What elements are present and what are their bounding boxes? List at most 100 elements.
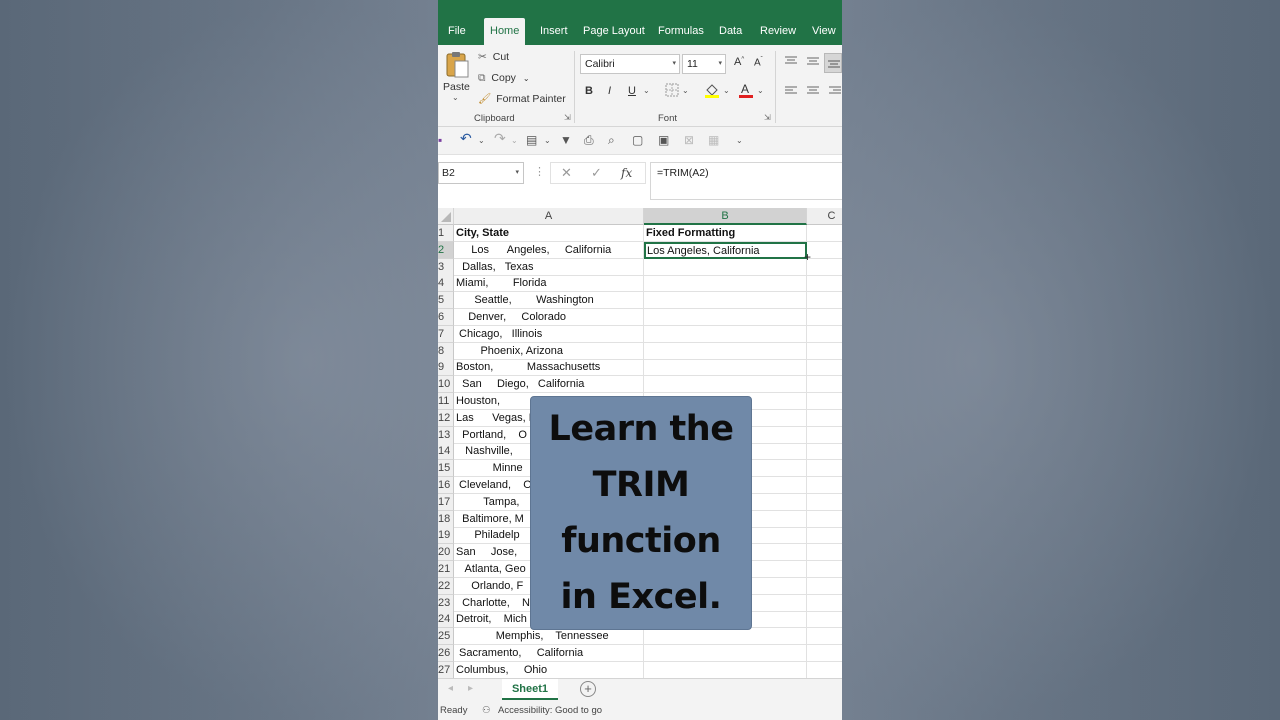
cell-c[interactable] xyxy=(807,628,842,646)
cell-c[interactable] xyxy=(807,225,842,242)
cell-c[interactable] xyxy=(807,443,842,461)
cell-c[interactable] xyxy=(807,427,842,444)
customize-qat-icon[interactable]: ⌄ xyxy=(736,136,743,145)
formula-input[interactable]: =TRIM(A2) xyxy=(650,162,842,200)
cell-c[interactable] xyxy=(807,359,842,377)
row-header[interactable]: 4 xyxy=(438,275,454,293)
select-all-corner[interactable] xyxy=(438,208,454,225)
tab-page-layout[interactable]: Page Layout xyxy=(577,18,651,45)
row-header[interactable]: 11 xyxy=(438,393,454,410)
chevron-down-icon[interactable]: ⌄ xyxy=(682,86,689,95)
cell-c[interactable] xyxy=(807,343,842,360)
cell-a[interactable]: Phoenix, Arizona xyxy=(454,342,644,360)
cell-c[interactable] xyxy=(807,393,842,410)
tab-home[interactable]: Home xyxy=(484,18,526,45)
dialog-launcher-icon[interactable]: ⇲ xyxy=(764,113,771,122)
chevron-down-icon[interactable]: ⌄ xyxy=(723,86,730,95)
row-header[interactable]: 22 xyxy=(438,577,454,595)
cell-c[interactable] xyxy=(807,561,842,578)
cell-b[interactable] xyxy=(644,376,807,394)
row-header[interactable]: 27 xyxy=(438,661,454,679)
cell-a[interactable]: Columbus, Ohio xyxy=(454,661,644,679)
insert-function-icon[interactable]: fx xyxy=(621,166,632,180)
row-header[interactable]: 13 xyxy=(438,426,454,444)
cell-b[interactable] xyxy=(644,258,807,276)
cell-c[interactable] xyxy=(807,527,842,545)
chevron-down-icon[interactable]: ⌄ xyxy=(544,136,551,145)
column-header-a[interactable]: A xyxy=(454,208,644,225)
cell-c[interactable] xyxy=(807,460,842,478)
cell-c[interactable] xyxy=(807,477,842,494)
cell-c[interactable] xyxy=(807,544,842,562)
print-preview-icon[interactable]: ⎙ xyxy=(584,133,594,148)
cell-a[interactable]: Denver, Colorado xyxy=(454,309,644,326)
italic-button[interactable]: I xyxy=(608,85,611,97)
tab-view[interactable]: View xyxy=(806,18,842,45)
cell-a[interactable]: Los Angeles, California xyxy=(454,241,644,259)
form-icon[interactable]: ▤ xyxy=(526,133,537,147)
align-right-icon[interactable] xyxy=(828,85,842,100)
shrink-font-icon[interactable]: Aˇ xyxy=(754,57,763,68)
chevron-down-icon[interactable]: ⌄ xyxy=(643,86,650,95)
row-header[interactable]: 25 xyxy=(438,628,454,646)
bold-button[interactable]: B xyxy=(585,85,593,97)
cell-a[interactable]: Chicago, Illinois xyxy=(454,325,644,343)
row-header[interactable]: 2 xyxy=(438,241,454,259)
align-left-icon[interactable] xyxy=(784,85,798,100)
tab-review[interactable]: Review xyxy=(754,18,802,45)
cell-c[interactable] xyxy=(807,662,842,679)
scroll-right-icon[interactable]: ▸ xyxy=(468,683,473,694)
cell-b[interactable] xyxy=(644,275,807,293)
paste-label[interactable]: Paste xyxy=(443,81,470,93)
scroll-left-icon[interactable]: ◂ xyxy=(448,683,453,694)
redo-icon[interactable]: ↷ xyxy=(494,130,506,147)
add-sheet-icon[interactable]: + xyxy=(580,681,596,697)
cell-a[interactable]: City, State xyxy=(454,225,644,242)
more-options-icon[interactable]: ⋮ xyxy=(534,165,545,178)
row-header[interactable]: 3 xyxy=(438,258,454,276)
align-top-icon[interactable] xyxy=(784,55,798,70)
cell-b[interactable] xyxy=(644,342,807,360)
cell-a[interactable]: Miami, Florida xyxy=(454,275,644,293)
row-header[interactable]: 20 xyxy=(438,544,454,562)
row-header[interactable]: 14 xyxy=(438,443,454,461)
blank-box-icon[interactable]: ▢ xyxy=(632,133,643,147)
paste-button[interactable] xyxy=(444,51,470,79)
format-painter-button[interactable]: 🖌 Format Painter xyxy=(478,92,566,105)
cell-c[interactable] xyxy=(807,511,842,528)
row-header[interactable]: 9 xyxy=(438,359,454,377)
filter-icon[interactable]: ▼ xyxy=(560,133,572,147)
active-cell-b2[interactable]: Los Angeles, California xyxy=(644,241,807,259)
cell-a[interactable]: Boston, Massachusetts xyxy=(454,359,644,377)
chevron-down-icon[interactable]: ⌄ xyxy=(478,136,485,145)
cell-b[interactable] xyxy=(644,359,807,377)
tab-formulas[interactable]: Formulas xyxy=(652,18,710,45)
cell-a[interactable]: San Diego, California xyxy=(454,376,644,394)
cell-b[interactable]: Fixed Formatting xyxy=(644,225,807,242)
chevron-down-icon[interactable]: ⌄ xyxy=(511,136,518,145)
row-header[interactable]: 16 xyxy=(438,477,454,494)
row-header[interactable]: 21 xyxy=(438,561,454,578)
zoom-preview-icon[interactable]: ⌕ xyxy=(608,133,615,148)
cell-c[interactable] xyxy=(807,259,842,276)
underline-button[interactable]: U xyxy=(628,85,636,97)
name-box[interactable]: B2 ▾ xyxy=(438,162,524,184)
row-header[interactable]: 24 xyxy=(438,611,454,629)
column-header-c[interactable]: C xyxy=(807,208,842,225)
column-header-b[interactable]: B xyxy=(644,208,807,225)
row-header[interactable]: 10 xyxy=(438,376,454,394)
cell-c[interactable] xyxy=(807,292,842,310)
tab-data[interactable]: Data xyxy=(713,18,748,45)
cell-b[interactable] xyxy=(644,309,807,326)
enter-icon[interactable]: ✓ xyxy=(591,165,602,181)
chevron-down-icon[interactable]: ⌄ xyxy=(757,86,764,95)
row-header[interactable]: 8 xyxy=(438,342,454,360)
cell-b[interactable] xyxy=(644,325,807,343)
save-icon[interactable]: ▪ xyxy=(438,133,442,147)
paste-special-icon[interactable]: ▦ xyxy=(708,133,719,147)
cell-c[interactable] xyxy=(807,645,842,662)
cell-b[interactable] xyxy=(644,661,807,679)
font-size-combo[interactable]: 11 ▾ xyxy=(682,54,726,74)
cell-c[interactable] xyxy=(807,326,842,343)
tab-insert[interactable]: Insert xyxy=(534,18,574,45)
